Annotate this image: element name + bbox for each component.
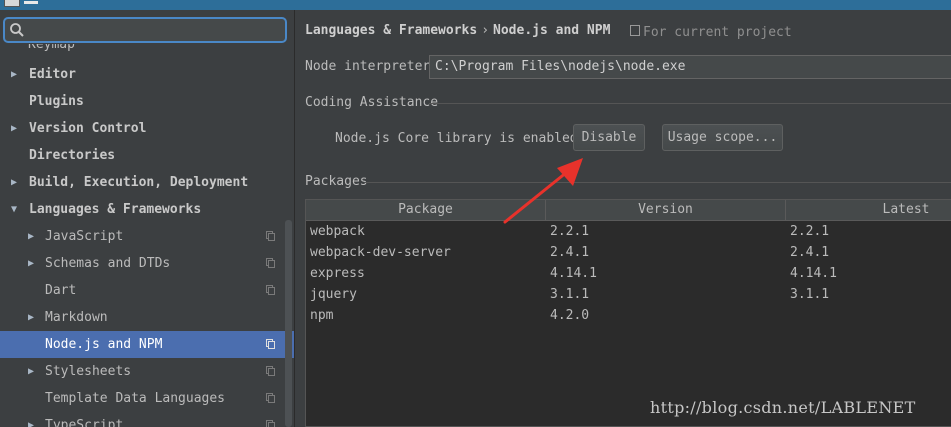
package-name: webpack [310, 224, 365, 239]
sidebar-item-markdown[interactable]: ▶ Markdown [0, 304, 294, 331]
expand-arrow-icon[interactable]: ▶ [28, 358, 40, 385]
disable-button[interactable]: Disable [573, 124, 645, 151]
project-scope-icon [266, 285, 275, 295]
sidebar-item-build-execution-deployment[interactable]: ▶ Build, Execution, Deployment [0, 169, 294, 196]
package-name: webpack-dev-server [310, 245, 451, 260]
collapse-arrow-icon[interactable]: ▼ [11, 196, 23, 223]
package-version: 4.14.1 [550, 266, 597, 281]
sidebar-item-label: Directories [29, 148, 116, 163]
project-scope-icon [266, 366, 275, 376]
packages-title: Packages [305, 174, 368, 189]
package-version: 4.2.0 [550, 308, 590, 323]
sidebar-item-languages-frameworks[interactable]: ▼ Languages & Frameworks [0, 196, 294, 223]
table-row[interactable]: npm 4.2.0 [306, 305, 951, 326]
sidebar-item-label: Editor [29, 67, 76, 82]
column-header-latest[interactable]: Latest [786, 200, 951, 220]
package-name: npm [310, 308, 334, 323]
package-latest: 2.4.1 [790, 245, 830, 260]
search-box[interactable] [3, 17, 287, 43]
project-scope-icon [266, 231, 275, 241]
table-row[interactable]: express 4.14.1 4.14.1 [306, 263, 951, 284]
usage-scope-button[interactable]: Usage scope... [662, 124, 783, 151]
breadcrumb-current: Node.js and NPM [493, 23, 611, 38]
expand-arrow-icon[interactable]: ▶ [28, 250, 40, 277]
sidebar-item-version-control[interactable]: ▶ Version Control [0, 115, 294, 142]
project-scope-icon [266, 420, 275, 427]
project-scope-icon [266, 258, 275, 268]
sidebar-item-label: Dart [45, 283, 77, 298]
sidebar-item-label: Node.js and NPM [45, 337, 163, 352]
sidebar-item-label: Markdown [45, 310, 108, 325]
settings-sidebar: Keymap ▶ Editor Plugins ▶ Version Contro… [0, 10, 295, 427]
scope-text: For current project [643, 25, 792, 40]
sidebar-item-plugins[interactable]: Plugins [0, 88, 294, 115]
coding-assistance-title: Coding Assistance [305, 95, 439, 110]
search-input[interactable] [29, 21, 283, 41]
scope-note: For current project [630, 25, 792, 40]
package-version: 2.4.1 [550, 245, 590, 260]
sidebar-item-stylesheets[interactable]: ▶ Stylesheets [0, 358, 294, 385]
project-scope-icon [630, 25, 640, 36]
sidebar-item-directories[interactable]: Directories [0, 142, 294, 169]
table-row[interactable]: jquery 3.1.1 3.1.1 [306, 284, 951, 305]
sidebar-item-template-data-languages[interactable]: Template Data Languages [0, 385, 294, 412]
watermark-text: http://blog.csdn.net/LABLENET [650, 398, 916, 417]
sidebar-item-schemas-dtds[interactable]: ▶ Schemas and DTDs [0, 250, 294, 277]
sidebar-item-typescript[interactable]: ▶ TypeScript [0, 412, 294, 427]
package-version: 3.1.1 [550, 287, 590, 302]
core-library-status: Node.js Core library is enabled. [335, 131, 586, 146]
sidebar-item-nodejs-npm[interactable]: Node.js and NPM [0, 331, 294, 358]
package-name: jquery [310, 287, 357, 302]
sidebar-item-label: Plugins [29, 94, 84, 109]
sidebar-item-label: JavaScript [45, 229, 124, 244]
sidebar-item-javascript[interactable]: ▶ JavaScript [0, 223, 294, 250]
sidebar-item-label: Schemas and DTDs [45, 256, 171, 271]
table-row[interactable]: webpack-dev-server 2.4.1 2.4.1 [306, 242, 951, 263]
sidebar-scrollbar[interactable] [285, 220, 292, 427]
sidebar-item-editor[interactable]: ▶ Editor [0, 61, 294, 88]
package-latest: 4.14.1 [790, 266, 837, 281]
sidebar-item-clipped[interactable]: Keymap [28, 44, 75, 54]
node-interpreter-label: Node interpreter: [305, 59, 439, 74]
sidebar-item-label: TypeScript [45, 418, 124, 427]
package-latest: 3.1.1 [790, 287, 830, 302]
annotation-arrow-icon [503, 158, 583, 224]
package-latest: 2.2.1 [790, 224, 830, 239]
sidebar-item-label: Languages & Frameworks [29, 202, 202, 217]
group-divider [365, 182, 951, 183]
expand-arrow-icon[interactable]: ▶ [11, 115, 23, 142]
settings-content: Languages & Frameworks › Node.js and NPM F… [295, 10, 951, 427]
expand-arrow-icon[interactable]: ▶ [28, 223, 40, 250]
package-name: express [310, 266, 365, 281]
table-row[interactable]: webpack 2.2.1 2.2.1 [306, 221, 951, 242]
app-icon [4, 0, 20, 7]
breadcrumb: Languages & Frameworks › Node.js and NPM [305, 23, 610, 38]
node-interpreter-field[interactable]: C:\Program Files\nodejs\node.exe [429, 55, 951, 79]
sidebar-item-label: Template Data Languages [45, 391, 226, 406]
table-header: Package Version Latest [306, 200, 951, 221]
expand-arrow-icon[interactable]: ▶ [28, 304, 40, 331]
project-scope-icon [266, 339, 275, 349]
packages-table: Package Version Latest webpack 2.2.1 2.2… [305, 199, 951, 427]
sidebar-item-dart[interactable]: Dart [0, 277, 294, 304]
expand-arrow-icon[interactable]: ▶ [11, 61, 23, 88]
search-icon [10, 23, 24, 37]
expand-arrow-icon[interactable]: ▶ [11, 169, 23, 196]
window-title [24, 1, 38, 4]
project-scope-icon [266, 393, 275, 403]
breadcrumb-separator: › [481, 23, 490, 38]
group-divider [429, 103, 951, 104]
sidebar-item-label: Version Control [29, 121, 147, 136]
expand-arrow-icon[interactable]: ▶ [28, 412, 40, 427]
window-titlebar [0, 0, 951, 10]
sidebar-item-label: Build, Execution, Deployment [29, 175, 249, 190]
breadcrumb-parent: Languages & Frameworks [305, 23, 478, 38]
sidebar-item-label: Stylesheets [45, 364, 132, 379]
